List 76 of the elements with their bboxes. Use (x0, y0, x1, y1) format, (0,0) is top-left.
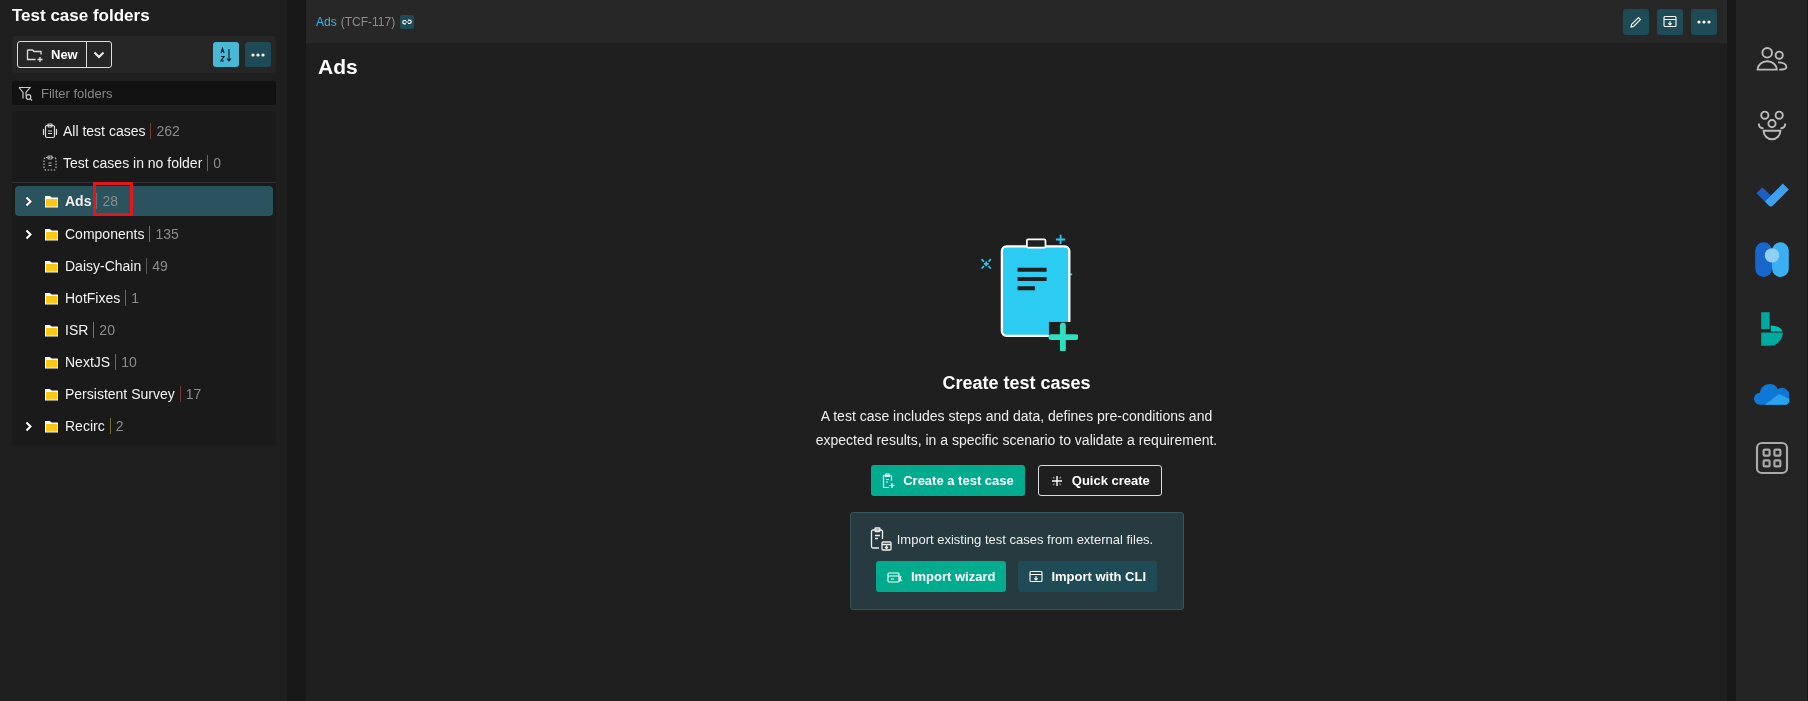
folder-icon (44, 387, 59, 401)
folder-icon (44, 291, 59, 305)
folder-name: Recirc (65, 418, 105, 434)
item-count: 2 (115, 418, 124, 434)
folder-filter-item[interactable]: All test cases (63, 123, 146, 139)
archive-download-icon (1663, 15, 1677, 28)
filter-search-icon (18, 85, 33, 101)
folder-name: Daisy-Chain (65, 258, 142, 274)
folder-row[interactable]: ISR 20 (15, 314, 273, 346)
item-count: 0 (213, 155, 222, 171)
import-cli-button[interactable]: Import with CLI (1018, 561, 1158, 592)
cloud-icon[interactable] (1752, 382, 1791, 406)
archive-button[interactable] (1657, 8, 1683, 35)
folder-name: NextJS (65, 354, 111, 370)
empty-state-description: A test case includes steps and data, defines pre-conditions and expected results, in a specific scenario to validate a requirement. (814, 407, 1219, 450)
item-count: 17 (185, 386, 202, 402)
folder-icon (44, 355, 59, 369)
item-count: 135 (155, 226, 179, 242)
filter-box[interactable]: Filter folders (12, 81, 276, 105)
filter-field[interactable]: Filter folders (39, 84, 270, 102)
folder-name: HotFixes (65, 290, 121, 306)
chevron-right-icon[interactable] (25, 420, 33, 432)
archive-download-icon (1029, 570, 1044, 583)
folder-name: Ads (65, 193, 92, 209)
item-count: 1 (131, 290, 140, 306)
empty-state-heading: Create test cases (942, 373, 1091, 394)
more-icon (1697, 19, 1711, 24)
item-count: 10 (121, 354, 137, 370)
folder-filter-item[interactable]: Test cases in no folder (63, 155, 203, 171)
action-button[interactable]: Quick create (1037, 465, 1162, 496)
folder-icon (44, 194, 59, 208)
edit-button[interactable] (1623, 8, 1649, 35)
folder-row[interactable]: Persistent Survey 17 (15, 378, 273, 410)
panel-title: Test case folders (12, 6, 151, 26)
sort-button[interactable] (213, 42, 239, 67)
clipboard-import-icon (869, 527, 892, 551)
folder-icon (44, 323, 59, 337)
folder-key: (TCF-117) (340, 14, 396, 29)
clipboard-icon (42, 123, 58, 139)
more-button[interactable] (1691, 8, 1717, 35)
more-button[interactable] (245, 42, 271, 67)
link-icon (402, 17, 413, 26)
item-count: 20 (99, 322, 115, 338)
sort-az-icon (219, 46, 233, 63)
link-button[interactable] (400, 14, 415, 29)
apps-grid-icon[interactable] (1754, 441, 1789, 475)
loop-shape-icon[interactable] (1753, 241, 1790, 277)
folder-icon (44, 419, 59, 433)
folder-row[interactable]: Recirc 2 (15, 410, 273, 442)
folder-name: Persistent Survey (65, 386, 175, 402)
folder-name: ISR (65, 322, 89, 338)
page-title: Ads (318, 55, 359, 79)
item-count: 49 (152, 258, 168, 274)
b-letter-shape-icon[interactable] (1758, 311, 1785, 347)
chevron-right-icon[interactable] (25, 195, 33, 207)
folder-icon (44, 227, 59, 241)
folder-add-icon (26, 46, 44, 63)
folder-row[interactable]: Components 135 (15, 218, 273, 250)
pencil-icon (1630, 15, 1642, 28)
chevron-down-icon (92, 50, 105, 59)
import-text: Import existing test cases from external files. (896, 531, 1154, 547)
folder-name: Components (65, 226, 145, 242)
folder-row[interactable]: NextJS 10 (15, 346, 273, 378)
folder-icon (44, 259, 59, 273)
import-wizard-icon (886, 569, 903, 584)
sparkle-icon (1049, 473, 1064, 488)
chevron-right-icon[interactable] (25, 228, 33, 240)
more-icon (251, 52, 265, 57)
item-count: 262 (156, 123, 180, 139)
breadcrumb-link[interactable]: Ads (316, 14, 337, 29)
clipboard-add-icon (882, 472, 896, 489)
new-button[interactable]: New (18, 42, 87, 67)
folder-row[interactable]: Daisy-Chain 49 (15, 250, 273, 282)
item-count: 28 (102, 193, 119, 209)
clipboard-dashed-icon (42, 155, 58, 171)
folder-row[interactable]: HotFixes 1 (15, 282, 273, 314)
